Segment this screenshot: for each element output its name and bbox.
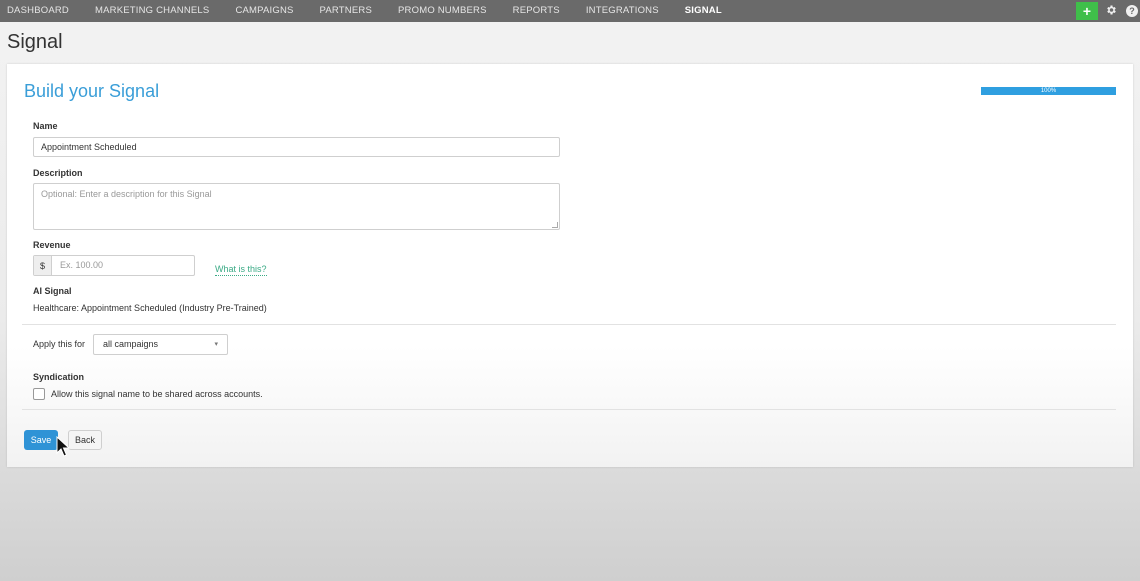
nav-actions: + ? xyxy=(1076,0,1140,22)
gear-icon-svg xyxy=(1107,5,1116,14)
currency-addon: $ xyxy=(34,256,52,275)
help-icon[interactable]: ? xyxy=(1126,5,1138,17)
campaign-select-value: all campaigns xyxy=(103,339,159,349)
ai-signal-label: AI Signal xyxy=(33,286,72,296)
signal-form-card: Build your Signal 100% Name Appointment … xyxy=(7,64,1133,467)
page-title: Signal xyxy=(7,31,63,53)
gear-icon[interactable] xyxy=(1104,4,1118,19)
back-button[interactable]: Back xyxy=(68,430,102,450)
form-title: Build your Signal xyxy=(24,81,160,101)
name-input[interactable]: Appointment Scheduled xyxy=(33,137,560,157)
description-label: Description xyxy=(33,168,83,178)
nav-marketing-channels[interactable]: MARKETING CHANNELS xyxy=(82,0,222,22)
plus-icon[interactable]: + xyxy=(1076,2,1098,20)
revenue-input-group[interactable]: $ Ex. 100.00 xyxy=(33,255,195,276)
revenue-label: Revenue xyxy=(33,240,71,250)
description-textarea[interactable]: Optional: Enter a description for this S… xyxy=(33,183,560,230)
caret-down-icon: ▾ xyxy=(214,341,218,348)
syndication-checkbox[interactable] xyxy=(33,388,45,400)
nav-partners[interactable]: PARTNERS xyxy=(307,0,385,22)
top-nav: DASHBOARD MARKETING CHANNELS CAMPAIGNS P… xyxy=(0,0,1140,22)
ai-signal-value: Healthcare: Appointment Scheduled (Indus… xyxy=(33,303,267,313)
syndication-checkbox-label[interactable]: Allow this signal name to be shared acro… xyxy=(51,389,263,399)
nav-integrations[interactable]: INTEGRATIONS xyxy=(573,0,672,22)
mouse-cursor-icon xyxy=(56,436,70,457)
campaign-select[interactable]: all campaigns ▾ xyxy=(93,334,228,355)
apply-label: Apply this for xyxy=(33,339,86,349)
nav-signal[interactable]: SIGNAL xyxy=(672,0,735,22)
save-button[interactable]: Save xyxy=(24,430,58,450)
name-label: Name xyxy=(33,121,58,131)
nav-promo-numbers[interactable]: PROMO NUMBERS xyxy=(385,0,500,22)
revenue-input[interactable]: Ex. 100.00 xyxy=(52,256,103,275)
divider xyxy=(22,409,1116,410)
progress-bar: 100% xyxy=(981,87,1116,95)
nav-campaigns[interactable]: CAMPAIGNS xyxy=(222,0,306,22)
nav-reports[interactable]: REPORTS xyxy=(500,0,573,22)
nav-dashboard[interactable]: DASHBOARD xyxy=(0,0,82,22)
divider xyxy=(22,324,1116,325)
resize-handle[interactable] xyxy=(552,222,558,228)
what-is-this-link[interactable]: What is this? xyxy=(215,264,267,276)
description-placeholder: Optional: Enter a description for this S… xyxy=(41,189,212,199)
syndication-label: Syndication xyxy=(33,372,85,382)
